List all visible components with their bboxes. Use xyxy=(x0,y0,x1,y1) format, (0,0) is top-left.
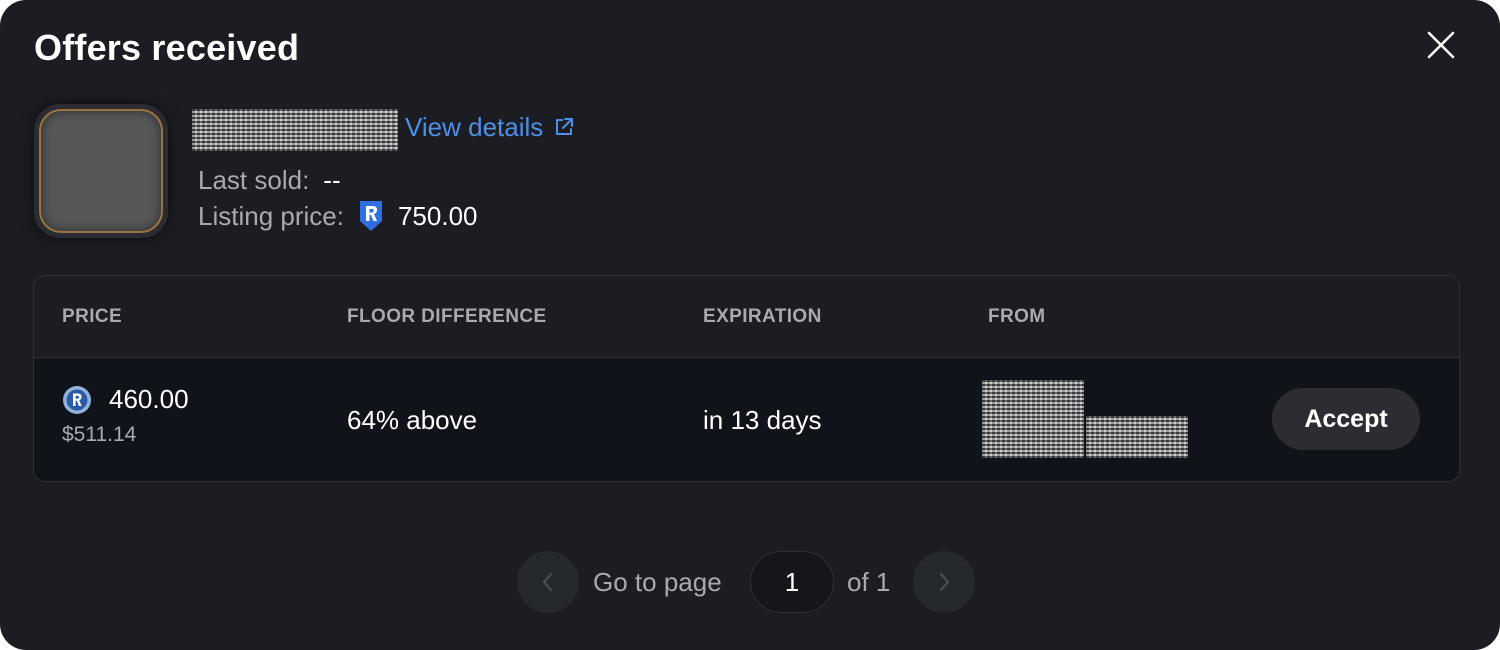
floor-difference: 64% above xyxy=(347,405,478,435)
previous-page-button[interactable] xyxy=(517,551,579,613)
listing-price-label: Listing price: xyxy=(198,201,344,231)
view-details-link[interactable]: View details xyxy=(405,110,575,144)
offer-price: 460.00 xyxy=(109,384,189,414)
close-icon xyxy=(1427,31,1455,59)
offer-price-usd: $511.14 xyxy=(62,423,137,446)
offers-modal: Offers received View details Last sold: … xyxy=(0,0,1500,650)
chevron-left-icon xyxy=(542,572,553,592)
from-address-redacted-2 xyxy=(1086,416,1188,458)
item-name-redacted xyxy=(192,109,398,151)
listing-price-row: Listing price: 750.00 xyxy=(198,199,478,233)
column-header-price: PRICE xyxy=(62,306,123,327)
item-image xyxy=(39,109,163,233)
offers-table: PRICE FLOOR DIFFERENCE EXPIRATION FROM 4… xyxy=(33,275,1460,482)
close-button[interactable] xyxy=(1420,24,1462,66)
expiration: in 13 days xyxy=(703,405,822,435)
column-header-from: FROM xyxy=(988,306,1046,327)
item-thumbnail xyxy=(34,104,168,238)
page-number-input[interactable] xyxy=(750,551,834,613)
last-sold-label: Last sold: xyxy=(198,165,310,195)
page-count-label: of 1 xyxy=(847,567,891,597)
modal-title: Offers received xyxy=(34,27,300,68)
last-sold-row: Last sold: -- xyxy=(198,163,341,197)
column-header-expiration: EXPIRATION xyxy=(703,306,822,327)
accept-button[interactable]: Accept xyxy=(1272,388,1420,450)
listing-price-value: 750.00 xyxy=(397,201,478,231)
view-details-label: View details xyxy=(405,112,544,142)
next-page-button[interactable] xyxy=(913,551,975,613)
last-sold-value: -- xyxy=(323,165,341,195)
shield-currency-icon xyxy=(358,199,384,233)
external-link-icon xyxy=(556,118,574,135)
chevron-right-icon xyxy=(939,572,950,592)
go-to-page-label: Go to page xyxy=(593,567,722,597)
coin-icon xyxy=(63,386,91,414)
from-address-redacted-1 xyxy=(982,380,1084,458)
table-header: PRICE FLOOR DIFFERENCE EXPIRATION FROM xyxy=(34,276,1459,358)
table-row: 460.00 $511.14 64% above in 13 days Acce… xyxy=(34,358,1459,481)
column-header-floor-difference: FLOOR DIFFERENCE xyxy=(347,306,547,327)
